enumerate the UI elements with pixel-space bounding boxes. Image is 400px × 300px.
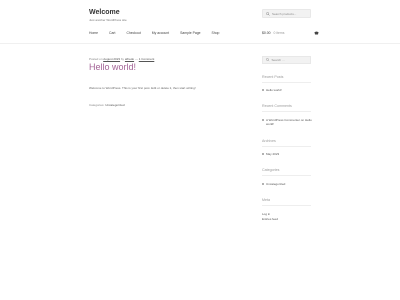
nav-item-sample-page[interactable]: Sample Page [180,31,200,35]
nav-item-home[interactable]: Home [89,31,98,35]
meta-title: Meta [262,198,270,202]
recent-posts-title: Recent Posts [262,75,284,79]
archives-title: Archives [262,139,276,143]
sidebar-category-link[interactable]: Uncategorized [266,182,312,186]
search-icon [266,58,270,62]
post-meta: Posted on August 2023 by alfredo — 1 Com… [89,57,154,61]
recent-post-link[interactable]: Hello world! [266,88,312,92]
bullet-icon [262,153,264,155]
post-author-link[interactable]: alfredo [125,57,134,61]
category-link[interactable]: Uncategorized [105,103,124,107]
nav-item-shop[interactable]: Shop [211,31,219,35]
meta-login-link[interactable]: Log in [262,212,270,216]
nav-item-my-account[interactable]: My account [152,31,169,35]
sidebar-search-input[interactable]: Search … [262,56,311,64]
post-comments-link[interactable]: 1 Comment [139,57,155,61]
post-by-label: by [120,57,125,61]
widget-divider [262,205,311,206]
nav-item-cart[interactable]: Cart [109,31,115,35]
post-meta-separator: — [134,57,138,61]
header-divider [0,43,400,44]
widget-divider [262,111,311,112]
header-search-input[interactable]: Search products... [262,9,311,18]
primary-nav: Home Cart Checkout My account Sample Pag… [89,31,230,35]
widget-divider [262,82,311,83]
header-cart[interactable]: $0.00 0 items [262,31,319,35]
bullet-icon [262,119,264,121]
categories-label: Categories: [89,103,105,107]
site-title[interactable]: Welcome [89,9,120,16]
archive-item[interactable]: May 2023 [262,152,312,156]
widget-divider [262,146,311,147]
header-search-placeholder: Search products... [272,11,297,16]
nav-item-checkout[interactable]: Checkout [126,31,140,35]
categories-title: Categories [262,168,280,172]
sidebar-search-placeholder: Search … [271,58,285,62]
search-icon [266,11,270,16]
posted-on-label: Posted on [89,57,103,61]
recent-post-item[interactable]: Hello world! [262,88,312,92]
recent-comment-link[interactable]: A WordPress Commenter on Hello world! [266,118,312,126]
cart-amount: $0.00 [262,31,271,35]
post-date-link[interactable]: August 2023 [103,57,120,61]
recent-comments-title: Recent Comments [262,104,292,108]
bullet-icon [262,183,264,185]
recent-comment-item[interactable]: A WordPress Commenter on Hello world! [262,118,312,126]
cart-count: 0 items [273,31,285,35]
site-description: Just another WordPress site [89,18,127,22]
post-title[interactable]: Hello world! [89,62,136,72]
category-item[interactable]: Uncategorized [262,182,312,186]
post-categories: Categories: Uncategorized [89,103,125,107]
bullet-icon [262,89,264,91]
meta-entries-feed-link[interactable]: Entries feed [262,217,278,221]
archive-link[interactable]: May 2023 [266,152,312,156]
post-content: Welcome to WordPress. This is your first… [89,86,196,90]
widget-divider [262,175,311,176]
basket-icon [314,31,319,35]
